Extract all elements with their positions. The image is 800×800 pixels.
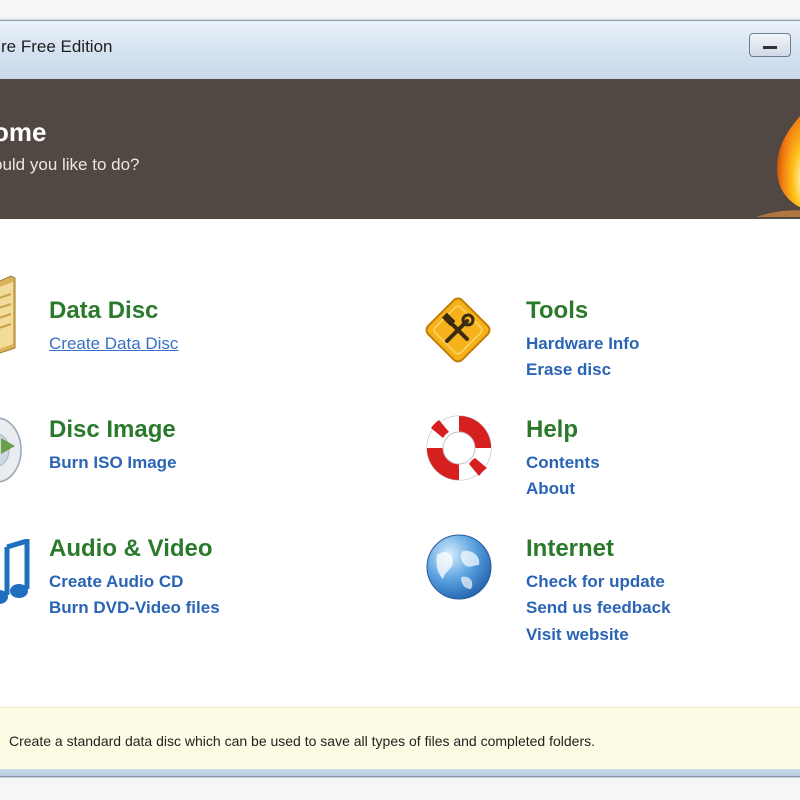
hardware-info-link[interactable]: Hardware Info <box>526 334 639 354</box>
data-disc-title: Data Disc <box>49 297 159 324</box>
flame-logo-icon <box>756 116 800 217</box>
section-disc-image: Disc Image Burn ISO Image <box>49 416 349 486</box>
tools-title: Tools <box>526 297 589 324</box>
status-description: Create a standard data disc which can be… <box>9 733 596 749</box>
check-for-update-link[interactable]: Check for update <box>526 572 665 592</box>
minimize-icon <box>763 46 777 49</box>
page-background-bottom <box>0 778 800 800</box>
title-bar[interactable]: re Free Edition <box>0 21 800 79</box>
section-tools: Tools Hardware Info Erase disc <box>526 297 786 387</box>
burn-iso-image-link[interactable]: Burn ISO Image <box>49 453 177 473</box>
send-feedback-link[interactable]: Send us feedback <box>526 598 671 618</box>
create-data-disc-link[interactable]: Create Data Disc <box>49 334 178 354</box>
window-bottom-border <box>0 769 800 776</box>
minimize-button[interactable] <box>749 33 791 57</box>
tools-icon[interactable] <box>419 291 497 369</box>
window-title: re Free Edition <box>1 37 113 56</box>
banner-subtitle: ould you like to do? <box>0 155 140 174</box>
help-title: Help <box>526 416 579 443</box>
banner-title: ome <box>0 117 47 147</box>
main-content: ome ould you like to do? Data Disc Creat… <box>0 79 800 770</box>
audio-video-title: Audio & Video <box>49 535 213 562</box>
erase-disc-link[interactable]: Erase disc <box>526 360 611 380</box>
lifebuoy-icon[interactable] <box>423 412 495 484</box>
section-internet: Internet Check for update Send us feedba… <box>526 535 786 655</box>
contents-link[interactable]: Contents <box>526 453 600 473</box>
music-note-icon[interactable] <box>0 539 33 609</box>
internet-title: Internet <box>526 535 615 562</box>
section-data-disc: Data Disc Create Data Disc <box>49 297 349 367</box>
create-audio-cd-link[interactable]: Create Audio CD <box>49 572 183 592</box>
burn-dvd-video-files-link[interactable]: Burn DVD-Video files <box>49 598 220 618</box>
disc-image-icon[interactable] <box>0 414 23 484</box>
app-window: re Free Edition ome ould you like to do? <box>0 20 800 777</box>
about-link[interactable]: About <box>526 479 575 499</box>
visit-website-link[interactable]: Visit website <box>526 625 629 645</box>
folder-icon[interactable] <box>0 274 19 354</box>
page-background-top <box>0 0 800 22</box>
disc-image-title: Disc Image <box>49 416 176 443</box>
section-help: Help Contents About <box>526 416 786 506</box>
globe-icon[interactable] <box>423 531 495 603</box>
welcome-banner: ome ould you like to do? <box>0 79 800 219</box>
status-description-panel: Create a standard data disc which can be… <box>0 707 800 770</box>
section-audio-video: Audio & Video Create Audio CD Burn DVD-V… <box>49 535 369 635</box>
